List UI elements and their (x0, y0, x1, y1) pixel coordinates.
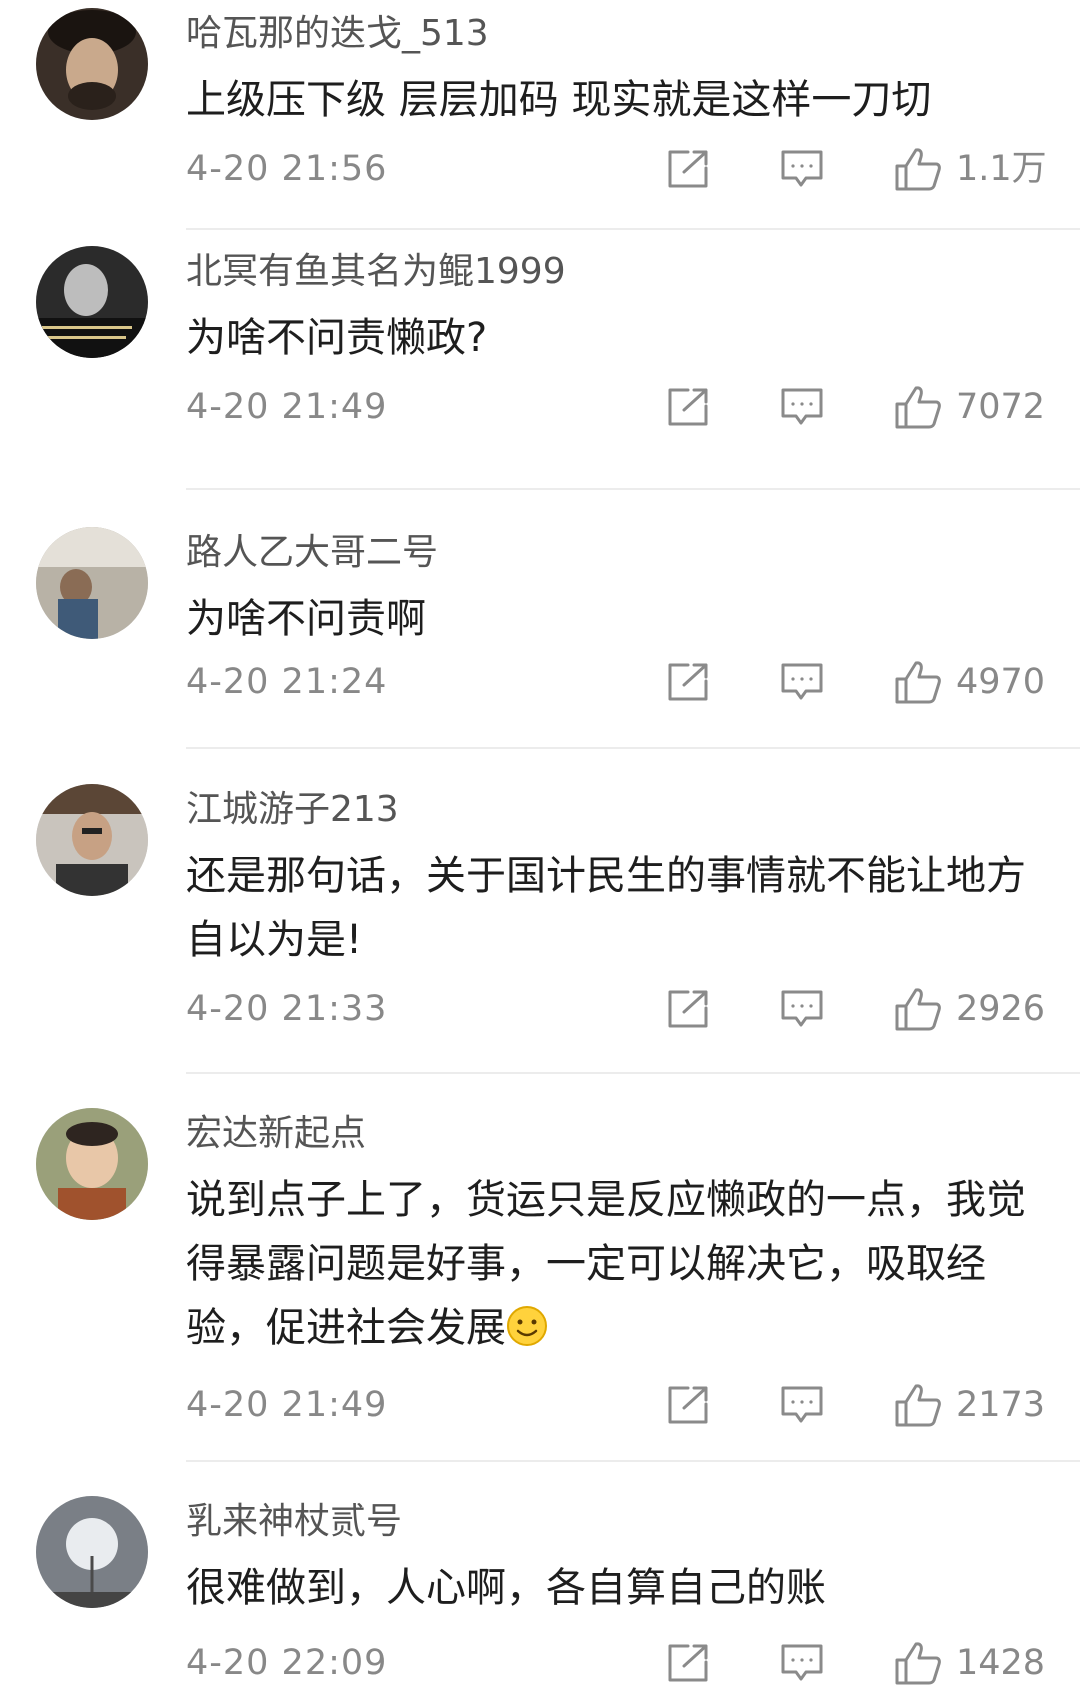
share-icon[interactable] (666, 386, 710, 428)
reply-icon[interactable] (780, 148, 824, 190)
like-button[interactable]: 1428 (894, 1638, 1054, 1688)
divider (186, 488, 1080, 490)
like-count: 7072 (956, 387, 1046, 427)
comment-time: 4-20 22:09 (186, 1643, 388, 1683)
user-avatar[interactable] (36, 1108, 148, 1220)
reply-icon[interactable] (780, 386, 824, 428)
comment-time: 4-20 21:24 (186, 662, 388, 702)
share-icon[interactable] (666, 148, 710, 190)
share-icon[interactable] (666, 988, 710, 1030)
divider (186, 1460, 1080, 1462)
thumbs-up-icon (895, 988, 941, 1031)
comment-text: 为啥不问责懒政? (186, 315, 488, 361)
thumbs-up-icon (895, 386, 941, 429)
like-count: 2173 (956, 1385, 1046, 1425)
like-count: 1.1万 (956, 149, 1047, 189)
like-button[interactable]: 2926 (894, 984, 1054, 1034)
comment-time: 4-20 21:56 (186, 149, 388, 189)
comment-text: 还是那句话，关于国计民生的事情就不能让地方自以为是! (186, 853, 1026, 963)
share-icon[interactable] (666, 1642, 710, 1684)
reply-icon[interactable] (780, 1642, 824, 1684)
comment-text: 为啥不问责啊 (186, 596, 426, 642)
username[interactable]: 北冥有鱼其名为鲲1999 (186, 250, 566, 294)
share-icon[interactable] (666, 1384, 710, 1426)
smiley-emoji (506, 1302, 548, 1346)
comment-list: 哈瓦那的迭戈_513 上级压下级 层层加码 现实就是这样一刀切 4-20 21:… (0, 0, 1080, 1699)
comment-meta: 4-20 21:24 4970 (186, 657, 1046, 707)
like-button[interactable]: 1.1万 (894, 144, 1054, 194)
like-button[interactable]: 2173 (894, 1380, 1054, 1430)
like-count: 4970 (956, 662, 1046, 702)
username[interactable]: 路人乙大哥二号 (186, 531, 438, 575)
user-avatar[interactable] (36, 1496, 148, 1608)
divider (186, 228, 1080, 230)
user-avatar[interactable] (36, 8, 148, 120)
like-button[interactable]: 7072 (894, 382, 1054, 432)
like-button[interactable]: 4970 (894, 657, 1054, 707)
like-count: 2926 (956, 989, 1046, 1029)
username[interactable]: 宏达新起点 (186, 1112, 366, 1156)
user-avatar[interactable] (36, 527, 148, 639)
comment-meta: 4-20 21:49 7072 (186, 382, 1046, 432)
comment-text: 很难做到，人心啊，各自算自己的账 (186, 1565, 826, 1611)
comment-text: 说到点子上了，货运只是反应懒政的一点，我觉得暴露问题是好事，一定可以解决它，吸取… (186, 1168, 1056, 1360)
reply-icon[interactable] (780, 1384, 824, 1426)
comment-meta: 4-20 21:49 2173 (186, 1380, 1046, 1430)
comment-body: 说到点子上了，货运只是反应懒政的一点，我觉得暴露问题是好事，一定可以解决它，吸取… (186, 1177, 1026, 1351)
comment-time: 4-20 21:49 (186, 387, 388, 427)
thumbs-up-icon (895, 661, 941, 704)
thumbs-up-icon (895, 1384, 941, 1427)
user-avatar[interactable] (36, 246, 148, 358)
comment-meta: 4-20 22:09 1428 (186, 1638, 1046, 1688)
reply-icon[interactable] (780, 988, 824, 1030)
comment-text: 上级压下级 层层加码 现实就是这样一刀切 (186, 77, 932, 123)
comment-meta: 4-20 21:56 1.1万 (186, 144, 1047, 194)
user-avatar[interactable] (36, 784, 148, 896)
reply-icon[interactable] (780, 661, 824, 703)
username[interactable]: 江城游子213 (186, 788, 399, 832)
thumbs-up-icon (895, 1642, 941, 1685)
like-count: 1428 (956, 1643, 1046, 1683)
share-icon[interactable] (666, 661, 710, 703)
thumbs-up-icon (895, 148, 941, 191)
comment-meta: 4-20 21:33 2926 (186, 984, 1046, 1034)
username[interactable]: 哈瓦那的迭戈_513 (186, 12, 489, 56)
username[interactable]: 乳来神杖贰号 (186, 1500, 402, 1544)
comment-time: 4-20 21:33 (186, 989, 388, 1029)
divider (186, 747, 1080, 749)
divider (186, 1072, 1080, 1074)
comment-time: 4-20 21:49 (186, 1385, 388, 1425)
